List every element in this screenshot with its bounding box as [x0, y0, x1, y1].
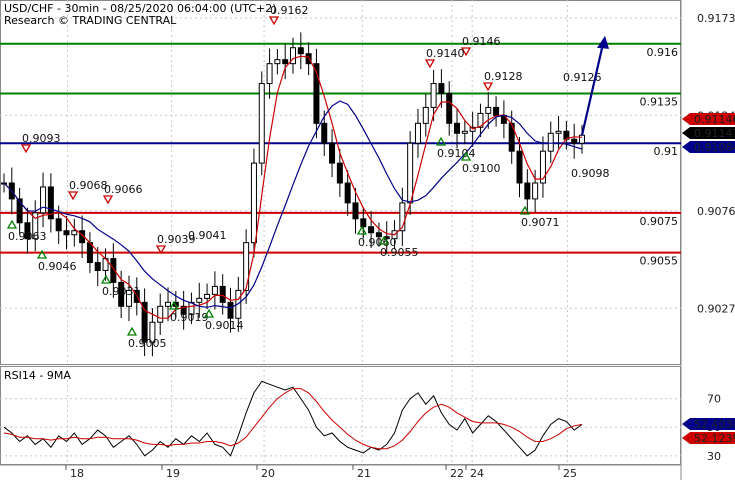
swing-label: 0.9098 — [571, 167, 610, 180]
x-tick-label: 25 — [563, 467, 577, 480]
candle-body — [422, 106, 429, 124]
candle-body — [86, 242, 93, 264]
candle-body — [344, 182, 351, 204]
candle-body — [40, 186, 47, 214]
rsi-tick-label: 30 — [707, 450, 721, 463]
candle-body — [524, 182, 531, 200]
x-tick-label: 20 — [261, 467, 275, 480]
candle-body — [71, 230, 78, 236]
candle-body — [516, 150, 523, 184]
candle-body — [407, 142, 414, 204]
x-tick-label: 24 — [470, 467, 484, 480]
swing-label: 0.9041 — [188, 229, 227, 242]
candle-body — [532, 182, 539, 200]
candle-body — [438, 83, 445, 95]
x-tick-label: 22 — [450, 467, 464, 480]
candle-body — [454, 122, 461, 134]
candle-body — [321, 122, 328, 144]
level-label-pivot: 0.91 — [654, 145, 679, 158]
candle-body — [165, 301, 172, 307]
swing-label: 0.9100 — [462, 162, 501, 175]
price-tag-label: 0.91141 — [694, 127, 735, 140]
swing-label: 0.9068 — [69, 179, 108, 192]
candle-body — [227, 301, 234, 319]
swing-label: 0.9014 — [205, 319, 244, 332]
price-tick-label: 0.9027 — [697, 302, 735, 315]
candle-body — [63, 230, 70, 236]
swing-label: 0.9128 — [484, 70, 523, 83]
candle-body — [414, 122, 421, 144]
candle-body — [266, 63, 273, 85]
rsi-title: RSI14 - 9MA — [4, 369, 71, 382]
candle-body — [547, 132, 554, 152]
candle-body — [211, 285, 218, 295]
swing-label: 0.9046 — [38, 260, 77, 273]
price-tick-label: 0.9173 — [697, 12, 735, 25]
candle-body — [368, 226, 375, 234]
candle-body — [360, 218, 367, 228]
swing-label: 0.9093 — [22, 132, 61, 145]
rsi-panel-frame — [0, 366, 681, 465]
rsi-tick-label: 70 — [707, 393, 721, 406]
candle-body — [305, 53, 312, 65]
candle-body — [446, 93, 453, 124]
swing-label: 0.9066 — [104, 183, 143, 196]
x-tick-label: 21 — [357, 467, 371, 480]
candle-body — [219, 285, 226, 303]
candle-body — [493, 106, 500, 116]
swing-label: 0.9071 — [521, 216, 560, 229]
swing-label: 0.9019 — [170, 311, 209, 324]
candle-body — [579, 134, 585, 144]
swing-label: 0.9146 — [462, 35, 501, 48]
candle-body — [352, 202, 359, 220]
candle-body — [282, 59, 289, 65]
candle-body — [204, 293, 211, 299]
level-label-resistance: 0.916 — [647, 46, 679, 59]
candle-body — [571, 138, 578, 144]
rsi-tag-label: 52.1239 — [694, 432, 735, 445]
swing-label: 0.9104 — [437, 147, 476, 160]
chart-root: 0.916 0.9135 0.91 0.9075 0.9055 0.9162 0.9146… — [0, 0, 735, 480]
price-tag-label: 0.91146 — [694, 113, 735, 126]
rsi-tag-label: 52.4038 — [694, 418, 735, 431]
level-label-support: 0.9075 — [640, 215, 679, 228]
usdchf-chart: 0.9160.91350.910.90750.9055 0.91620.9146… — [0, 0, 735, 480]
x-tick-label: 19 — [166, 467, 180, 480]
swing-label: 0.9031 — [102, 285, 141, 298]
swing-label: 0.9140 — [426, 47, 465, 60]
price-tick-label: 0.9076 — [697, 205, 735, 218]
candle-body — [485, 106, 492, 114]
candle-body — [243, 242, 250, 291]
candle-body — [250, 162, 257, 244]
candle-body — [196, 297, 203, 303]
price-tag-label: 0.91084 — [694, 141, 735, 154]
swing-label: 0.9055 — [380, 246, 419, 259]
candle-body — [274, 59, 281, 65]
chart-source: Research © TRADING CENTRAL — [4, 14, 177, 27]
candle-body — [555, 130, 562, 134]
candle-body — [336, 162, 343, 184]
swing-label: 0.9005 — [128, 337, 167, 350]
candle-body — [55, 218, 62, 232]
candle-body — [430, 83, 437, 108]
candle-body — [258, 83, 265, 164]
candle-body — [157, 305, 164, 323]
candle-body — [461, 130, 468, 134]
candle-body — [329, 142, 336, 164]
x-tick-label: 18 — [70, 467, 84, 480]
candle-body — [297, 47, 304, 55]
swing-label: 0.9063 — [8, 230, 47, 243]
candle-body — [94, 262, 101, 272]
level-label-resistance: 0.9135 — [640, 96, 679, 109]
level-label-support: 0.9055 — [640, 255, 679, 268]
